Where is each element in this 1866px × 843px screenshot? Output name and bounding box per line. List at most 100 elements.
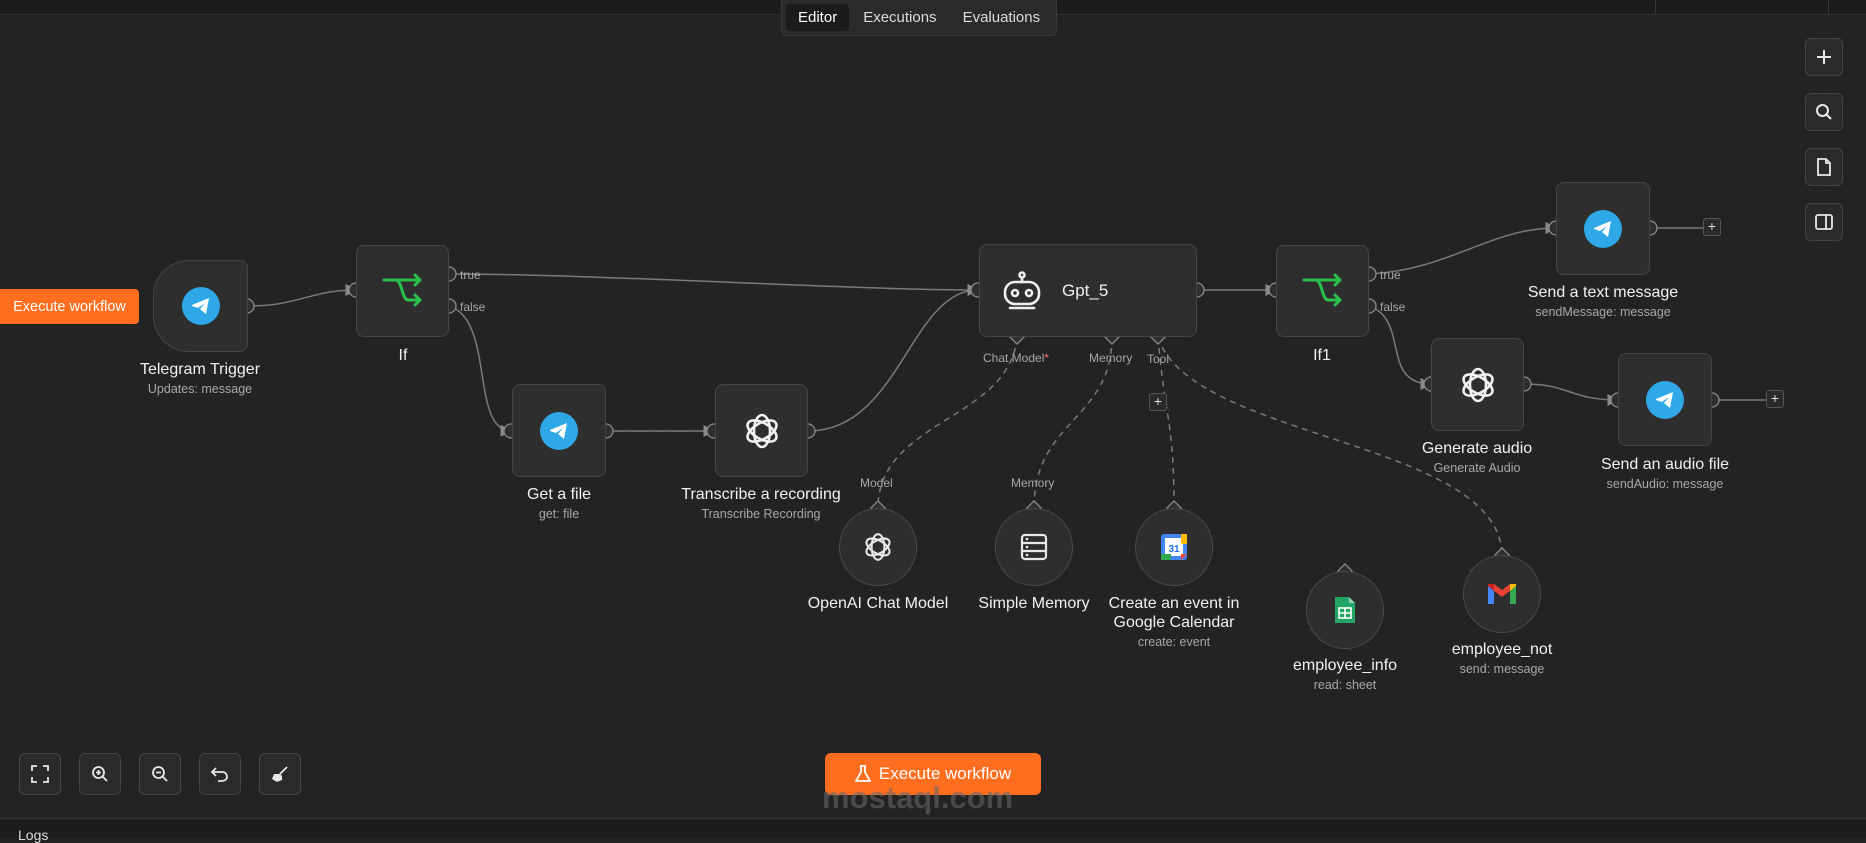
node-title: Telegram Trigger xyxy=(139,361,261,378)
openai-icon xyxy=(745,413,778,448)
undo-button[interactable] xyxy=(199,753,241,795)
node-send-audio-label: Send an audio file sendAudio: message xyxy=(1601,455,1729,491)
google-sheets-icon xyxy=(1335,597,1355,623)
node-get-file-label: Get a file get: file xyxy=(527,485,591,521)
calendar-day-text: 31 xyxy=(1168,544,1180,555)
node-telegram-trigger[interactable] xyxy=(153,260,248,352)
execute-workflow-side-button[interactable]: Execute workflow xyxy=(0,289,139,324)
sticky-note-button[interactable] xyxy=(1805,148,1843,186)
node-openai-chat-model[interactable] xyxy=(839,508,917,586)
telegram-icon xyxy=(1584,209,1622,248)
connection-trigger-if xyxy=(246,284,358,307)
node-get-file[interactable] xyxy=(512,384,606,477)
node-subtitle: Generate Audio xyxy=(1433,461,1521,475)
logs-bar[interactable]: Logs xyxy=(0,818,1866,843)
port-label-memory: Memory xyxy=(1089,351,1133,365)
node-google-calendar-label: Create an event in Google Calendar creat… xyxy=(1109,594,1240,649)
port-label-true: true xyxy=(1380,268,1401,282)
node-if-label: If xyxy=(399,346,408,365)
add-node-button[interactable]: + xyxy=(1703,218,1721,236)
toggle-panel-button[interactable] xyxy=(1805,203,1843,241)
required-mark: * xyxy=(1044,351,1050,365)
node-title-line1: Create an event in xyxy=(1108,595,1240,612)
tidy-up-button[interactable] xyxy=(259,753,301,795)
node-title: If xyxy=(398,347,408,364)
node-transcribe-label: Transcribe a recording Transcribe Record… xyxy=(681,485,840,521)
node-title: Simple Memory xyxy=(978,595,1090,612)
node-title-line2: Google Calendar xyxy=(1113,614,1235,631)
google-calendar-icon: 31 xyxy=(1161,534,1187,560)
node-simple-memory[interactable] xyxy=(995,508,1073,586)
watermark-text: mostaql.com xyxy=(822,780,1014,815)
node-employee-not[interactable] xyxy=(1463,555,1541,633)
port-label-true: true xyxy=(460,268,481,282)
add-tool-button[interactable]: + xyxy=(1149,393,1167,411)
node-title: Generate audio xyxy=(1421,440,1533,457)
node-if1-label: If1 xyxy=(1313,346,1331,365)
node-google-calendar[interactable]: 31 xyxy=(1135,508,1213,586)
connection-if-false-getfile xyxy=(448,305,513,437)
database-icon xyxy=(1020,533,1048,561)
node-title: employee_not xyxy=(1451,641,1553,658)
node-subtitle: send: message xyxy=(1459,662,1545,676)
robot-icon xyxy=(1003,270,1041,309)
fit-view-button[interactable] xyxy=(19,753,61,795)
connection-transcribe-gpt5 xyxy=(807,284,980,432)
node-send-audio[interactable] xyxy=(1618,353,1712,446)
node-employee-not-label: employee_not send: message xyxy=(1452,640,1553,676)
node-send-text-label: Send a text message sendMessage: message xyxy=(1528,283,1678,319)
port-label-model: Model xyxy=(860,476,893,490)
zoom-in-button[interactable] xyxy=(79,753,121,795)
undo-icon xyxy=(211,767,228,782)
node-gpt5-agent[interactable]: Gpt_5 xyxy=(979,244,1197,337)
zoom-in-icon xyxy=(92,766,108,782)
port-label-text: Chat Model xyxy=(983,351,1045,365)
node-subtitle: create: event xyxy=(1137,635,1211,649)
node-subtitle: Transcribe Recording xyxy=(701,507,821,521)
node-send-text[interactable] xyxy=(1556,182,1650,275)
logs-label: Logs xyxy=(18,827,49,843)
node-if[interactable] xyxy=(356,245,449,337)
node-title: If1 xyxy=(1313,347,1331,364)
node-transcribe[interactable] xyxy=(715,384,808,477)
node-title: Get a file xyxy=(526,486,592,503)
node-telegram-trigger-label: Telegram Trigger Updates: message xyxy=(140,360,260,396)
gmail-icon xyxy=(1488,584,1516,604)
node-title: Send an audio file xyxy=(1600,456,1730,473)
node-subtitle: sendAudio: message xyxy=(1606,477,1724,491)
openai-icon xyxy=(865,533,891,561)
add-node-button[interactable]: + xyxy=(1766,390,1784,408)
node-subtitle: read: sheet xyxy=(1313,678,1377,692)
zoom-out-button[interactable] xyxy=(139,753,181,795)
node-title: Transcribe a recording xyxy=(681,486,841,503)
fullscreen-icon xyxy=(31,765,49,783)
sticky-note-icon xyxy=(1817,158,1831,176)
add-node-panel-button[interactable] xyxy=(1805,38,1843,76)
port-label-tool: Tool xyxy=(1147,352,1170,366)
node-employee-info-label: employee_info read: sheet xyxy=(1293,656,1397,692)
search-nodes-button[interactable] xyxy=(1805,93,1843,131)
node-openai-chat-model-label: OpenAI Chat Model xyxy=(808,594,949,613)
openai-icon xyxy=(1461,367,1494,402)
node-title: OpenAI Chat Model xyxy=(807,595,949,612)
if-branch-icon xyxy=(1302,273,1341,307)
port-label-memory-in: Memory xyxy=(1011,476,1055,490)
node-subtitle: sendMessage: message xyxy=(1535,305,1671,319)
node-employee-info[interactable] xyxy=(1306,571,1384,649)
panel-icon xyxy=(1815,214,1833,230)
node-if1[interactable] xyxy=(1276,245,1369,337)
node-title: Send a text message xyxy=(1527,284,1679,301)
telegram-icon xyxy=(181,287,220,325)
port-label-false: false xyxy=(460,300,486,314)
telegram-icon xyxy=(1646,380,1684,419)
telegram-icon xyxy=(540,411,578,450)
node-title: Gpt_5 xyxy=(1062,280,1109,300)
search-icon xyxy=(1816,104,1832,120)
node-generate-audio[interactable] xyxy=(1431,338,1524,431)
node-generate-audio-label: Generate audio Generate Audio xyxy=(1422,439,1532,475)
node-title: employee_info xyxy=(1292,657,1398,674)
node-subtitle: Updates: message xyxy=(147,382,253,396)
plus-icon xyxy=(1817,50,1831,64)
connection-genaudio-sendaudio xyxy=(1523,383,1620,406)
connection-if-true-gpt5 xyxy=(448,273,980,296)
